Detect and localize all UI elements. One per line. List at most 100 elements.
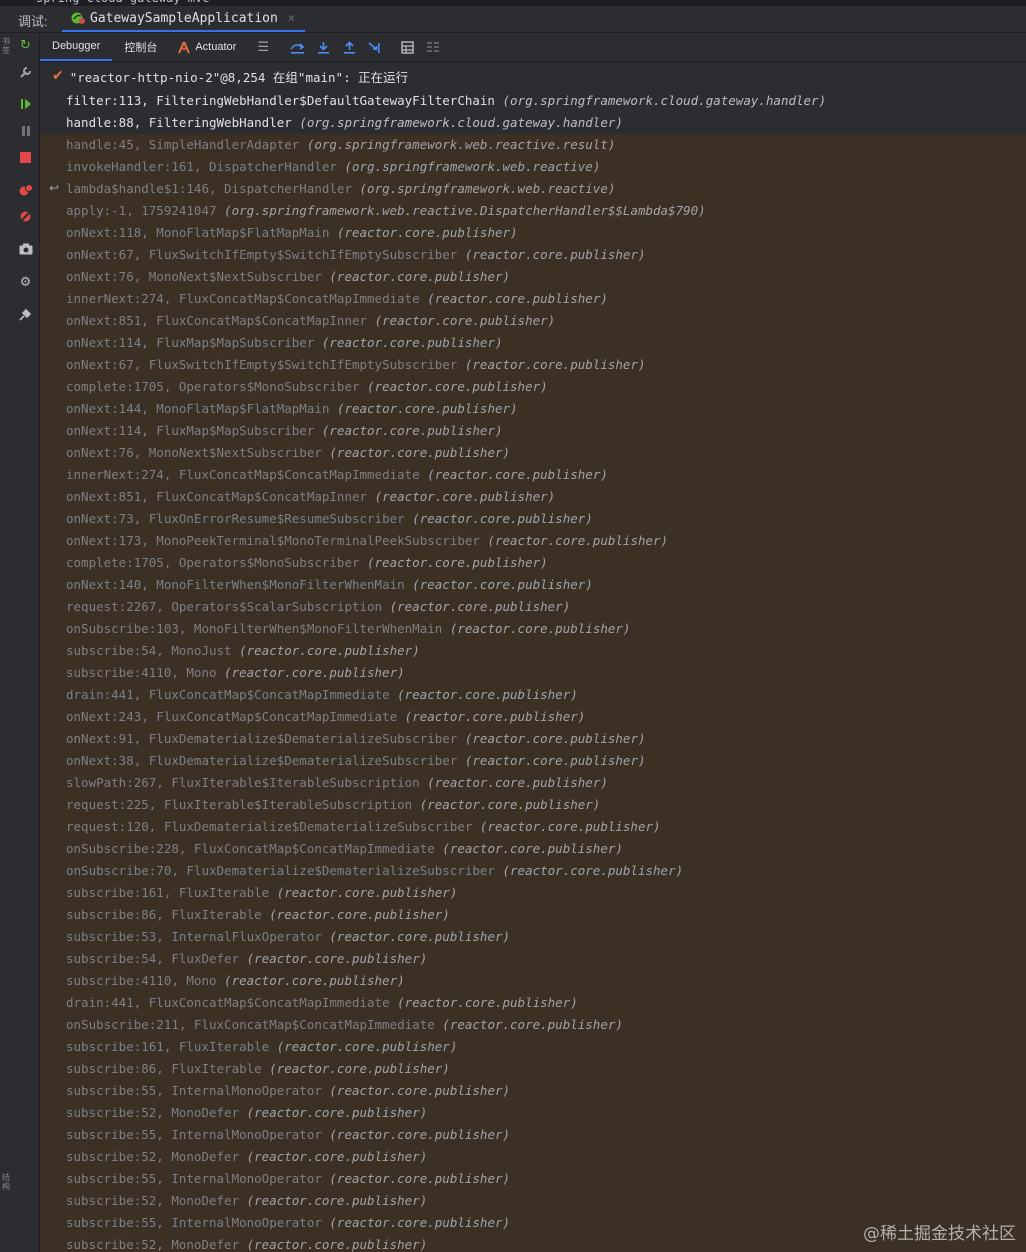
step-over-icon[interactable]	[312, 36, 334, 58]
step-out-icon[interactable]	[338, 36, 360, 58]
pause-icon[interactable]	[17, 122, 34, 139]
frame-method: subscribe:52, MonoDefer	[66, 1237, 240, 1252]
frame-package: (reactor.core.publisher)	[442, 841, 623, 856]
stack-frame-row[interactable]: complete:1705, Operators$MonoSubscriber …	[40, 552, 1026, 574]
stack-frame-row[interactable]: onNext:67, FluxSwitchIfEmpty$SwitchIfEmp…	[40, 354, 1026, 376]
stack-frame-row[interactable]: onNext:67, FluxSwitchIfEmpty$SwitchIfEmp…	[40, 244, 1026, 266]
stack-frame-row[interactable]: ↩ lambda$handle$1:146, DispatcherHandler …	[40, 178, 1026, 200]
stack-frame-row[interactable]: handle:88, FilteringWebHandler (org.spri…	[40, 112, 1026, 134]
watermark: @稀土掘金技术社区	[863, 1224, 1016, 1244]
stack-frame-row[interactable]: onSubscribe:70, FluxDematerialize$Demate…	[40, 860, 1026, 882]
bookmarks-stripe-label[interactable]: 书签	[0, 37, 12, 55]
stack-frame-row[interactable]: onNext:114, FluxMap$MapSubscriber (react…	[40, 332, 1026, 354]
settings-wrench-icon[interactable]	[17, 64, 34, 81]
stack-frame-text: onSubscribe:103, MonoFilterWhen$MonoFilt…	[66, 621, 630, 636]
view-breakpoints-icon[interactable]	[17, 181, 34, 198]
camera-icon[interactable]	[17, 240, 34, 257]
step-into-icon[interactable]	[364, 36, 386, 58]
stack-frame-row[interactable]: onNext:73, FluxOnErrorResume$ResumeSubsc…	[40, 508, 1026, 530]
stack-frame-row[interactable]: subscribe:161, FluxIterable (reactor.cor…	[40, 882, 1026, 904]
debug-toolbar: Debugger 控制台 Actuator ☰	[40, 33, 1026, 62]
stack-frame-row[interactable]: subscribe:55, InternalMonoOperator (reac…	[40, 1168, 1026, 1190]
mute-breakpoints-icon[interactable]	[17, 208, 34, 225]
stack-frame-row[interactable]: subscribe:55, InternalMonoOperator (reac…	[40, 1080, 1026, 1102]
stack-frame-row[interactable]: request:2267, Operators$ScalarSubscripti…	[40, 596, 1026, 618]
frame-package: (reactor.core.publisher)	[374, 489, 556, 504]
stack-frame-row[interactable]: onNext:173, MonoPeekTerminal$MonoTermina…	[40, 530, 1026, 552]
close-icon[interactable]: ×	[288, 11, 295, 25]
frame-method: request:120, FluxDematerialize$Demateria…	[66, 819, 473, 834]
stack-frame-text: subscribe:4110, Mono (reactor.core.publi…	[66, 973, 405, 988]
stack-frame-row[interactable]: onNext:144, MonoFlatMap$FlatMapMain (rea…	[40, 398, 1026, 420]
stack-frame-text: onNext:144, MonoFlatMap$FlatMapMain (rea…	[66, 401, 518, 416]
stack-frame-text: onSubscribe:211, FluxConcatMap$ConcatMap…	[66, 1017, 623, 1032]
stack-frame-row[interactable]: onNext:114, FluxMap$MapSubscriber (react…	[40, 420, 1026, 442]
stack-frame-row[interactable]: slowPath:267, FluxIterable$IterableSubsc…	[40, 772, 1026, 794]
tab-debugger[interactable]: Debugger	[40, 33, 113, 61]
stack-frame-row[interactable]: onSubscribe:228, FluxConcatMap$ConcatMap…	[40, 838, 1026, 860]
tab-gateway-sample-application[interactable]: GatewaySampleApplication ×	[62, 6, 306, 32]
tab-actuator[interactable]: Actuator	[169, 33, 248, 61]
stack-frame-row[interactable]: onNext:76, MonoNext$NextSubscriber (reac…	[40, 266, 1026, 288]
thread-status-row[interactable]: ✔ "reactor-http-nio-2"@8,254 在组"main": 正…	[40, 62, 1026, 90]
trace-icon[interactable]	[422, 36, 444, 58]
tab-console[interactable]: 控制台	[112, 33, 169, 61]
menu-icon[interactable]: ☰	[252, 36, 274, 58]
stack-frame-row[interactable]: subscribe:86, FluxIterable (reactor.core…	[40, 1058, 1026, 1080]
stack-frame-row[interactable]: subscribe:4110, Mono (reactor.core.publi…	[40, 662, 1026, 684]
stack-frame-row[interactable]: filter:113, FilteringWebHandler$DefaultG…	[40, 90, 1026, 112]
resume-icon[interactable]	[17, 95, 34, 112]
stack-frame-row[interactable]: complete:1705, Operators$MonoSubscriber …	[40, 376, 1026, 398]
stack-frame-text: drain:441, FluxConcatMap$ConcatMapImmedi…	[66, 687, 578, 702]
stack-frame-row[interactable]: onSubscribe:103, MonoFilterWhen$MonoFilt…	[40, 618, 1026, 640]
frame-method: onSubscribe:211, FluxConcatMap$ConcatMap…	[66, 1017, 435, 1032]
stack-frame-row[interactable]: request:120, FluxDematerialize$Demateria…	[40, 816, 1026, 838]
frame-method: subscribe:55, InternalMonoOperator	[66, 1171, 322, 1186]
stack-frame-row[interactable]: onNext:91, FluxDematerialize$Demateriali…	[40, 728, 1026, 750]
frame-method: subscribe:86, FluxIterable	[66, 907, 262, 922]
structure-stripe-label[interactable]: 结构	[0, 1173, 12, 1191]
rerun-icon[interactable]: ↻	[17, 37, 34, 54]
stack-frame-row[interactable]: onNext:38, FluxDematerialize$Demateriali…	[40, 750, 1026, 772]
stack-frame-row[interactable]: subscribe:52, MonoDefer (reactor.core.pu…	[40, 1102, 1026, 1124]
stack-frame-row[interactable]: onNext:851, FluxConcatMap$ConcatMapInner…	[40, 486, 1026, 508]
stack-frame-row[interactable]: innerNext:274, FluxConcatMap$ConcatMapIm…	[40, 288, 1026, 310]
stack-frame-row[interactable]: drain:441, FluxConcatMap$ConcatMapImmedi…	[40, 992, 1026, 1014]
stack-frame-text: filter:113, FilteringWebHandler$DefaultG…	[66, 93, 826, 108]
stack-frame-text: subscribe:55, InternalMonoOperator (reac…	[66, 1215, 510, 1230]
stack-frame-row[interactable]: innerNext:274, FluxConcatMap$ConcatMapIm…	[40, 464, 1026, 486]
frame-method: onNext:91, FluxDematerialize$Demateriali…	[66, 731, 458, 746]
stack-frame-row[interactable]: onNext:118, MonoFlatMap$FlatMapMain (rea…	[40, 222, 1026, 244]
stack-frame-text: onSubscribe:228, FluxConcatMap$ConcatMap…	[66, 841, 623, 856]
stack-frame-row[interactable]: subscribe:54, MonoJust (reactor.core.pub…	[40, 640, 1026, 662]
stack-frame-row[interactable]: apply:-1, 1759241047 (org.springframewor…	[40, 200, 1026, 222]
stack-frame-row[interactable]: subscribe:54, FluxDefer (reactor.core.pu…	[40, 948, 1026, 970]
stack-frame-row[interactable]: invokeHandler:161, DispatcherHandler (or…	[40, 156, 1026, 178]
frame-method: handle:45, SimpleHandlerAdapter	[66, 137, 300, 152]
show-execution-point-icon[interactable]	[286, 36, 308, 58]
stack-frame-row[interactable]: subscribe:52, MonoDefer (reactor.core.pu…	[40, 1190, 1026, 1212]
stack-frame-row[interactable]: subscribe:55, InternalMonoOperator (reac…	[40, 1124, 1026, 1146]
frame-method: subscribe:4110, Mono	[66, 665, 217, 680]
stack-frame-row[interactable]: handle:45, SimpleHandlerAdapter (org.spr…	[40, 134, 1026, 156]
stack-frame-row[interactable]: onSubscribe:211, FluxConcatMap$ConcatMap…	[40, 1014, 1026, 1036]
gear-icon[interactable]: ⚙	[17, 274, 34, 291]
stop-icon[interactable]	[17, 149, 34, 166]
frame-method: onSubscribe:103, MonoFilterWhen$MonoFilt…	[66, 621, 443, 636]
stack-frame-row[interactable]: subscribe:53, InternalFluxOperator (reac…	[40, 926, 1026, 948]
pin-icon[interactable]	[17, 306, 34, 323]
stack-frame-row[interactable]: request:225, FluxIterable$IterableSubscr…	[40, 794, 1026, 816]
stack-frame-row[interactable]: onNext:140, MonoFilterWhen$MonoFilterWhe…	[40, 574, 1026, 596]
stack-frame-row[interactable]: onNext:851, FluxConcatMap$ConcatMapInner…	[40, 310, 1026, 332]
stack-frame-row[interactable]: subscribe:52, MonoDefer (reactor.core.pu…	[40, 1146, 1026, 1168]
stack-frame-row[interactable]: subscribe:161, FluxIterable (reactor.cor…	[40, 1036, 1026, 1058]
actuator-icon	[178, 41, 191, 53]
evaluate-expression-icon[interactable]	[396, 36, 418, 58]
stack-frame-text: lambda$handle$1:146, DispatcherHandler (…	[66, 181, 615, 196]
stack-frame-row[interactable]: subscribe:4110, Mono (reactor.core.publi…	[40, 970, 1026, 992]
stack-frame-row[interactable]: subscribe:86, FluxIterable (reactor.core…	[40, 904, 1026, 926]
stack-frame-row[interactable]: drain:441, FluxConcatMap$ConcatMapImmedi…	[40, 684, 1026, 706]
tab-label: GatewaySampleApplication	[90, 10, 278, 26]
stack-frame-row[interactable]: onNext:76, MonoNext$NextSubscriber (reac…	[40, 442, 1026, 464]
stack-frame-row[interactable]: onNext:243, FluxConcatMap$ConcatMapImmed…	[40, 706, 1026, 728]
